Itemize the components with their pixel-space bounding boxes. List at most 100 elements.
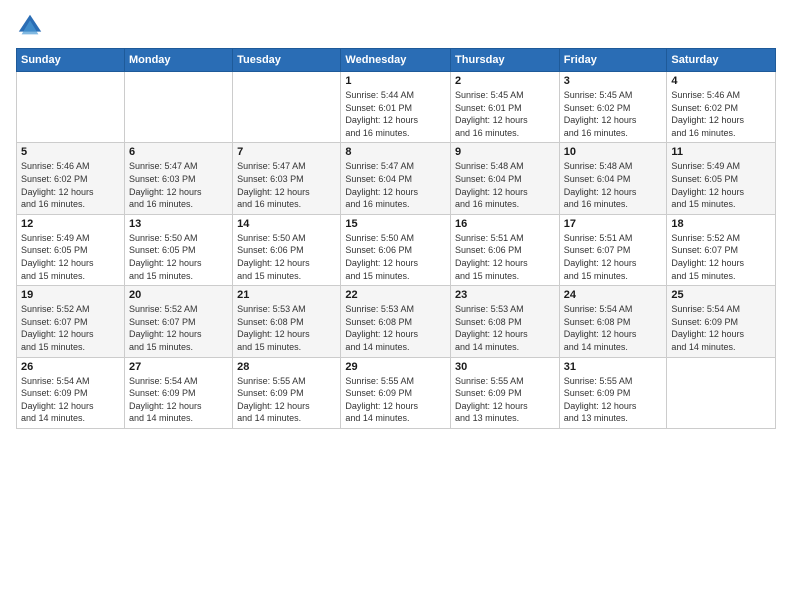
page: SundayMondayTuesdayWednesdayThursdayFrid…: [0, 0, 792, 612]
day-info: Sunrise: 5:49 AM Sunset: 6:05 PM Dayligh…: [671, 160, 771, 210]
day-number: 14: [237, 218, 336, 230]
day-number: 2: [455, 75, 555, 87]
day-number: 21: [237, 289, 336, 301]
day-number: 29: [345, 361, 446, 373]
weekday-monday: Monday: [124, 49, 232, 72]
day-info: Sunrise: 5:55 AM Sunset: 6:09 PM Dayligh…: [237, 375, 336, 425]
day-info: Sunrise: 5:53 AM Sunset: 6:08 PM Dayligh…: [455, 303, 555, 353]
day-info: Sunrise: 5:50 AM Sunset: 6:06 PM Dayligh…: [345, 232, 446, 282]
day-cell: 12 Sunrise: 5:49 AM Sunset: 6:05 PM Dayli…: [17, 214, 125, 285]
day-number: 22: [345, 289, 446, 301]
day-number: 23: [455, 289, 555, 301]
day-cell: 24Sunrise: 5:54 AM Sunset: 6:08 PM Dayli…: [559, 286, 667, 357]
logo: [16, 12, 48, 40]
day-info: Sunrise: 5:45 AM Sunset: 6:01 PM Dayligh…: [455, 89, 555, 139]
day-cell: 30 Sunrise: 5:55 AM Sunset: 6:09 PM Dayli…: [451, 357, 560, 428]
day-number: 8: [345, 146, 446, 158]
weekday-sunday: Sunday: [17, 49, 125, 72]
day-info: Sunrise: 5:47 AM Sunset: 6:03 PM Dayligh…: [129, 160, 228, 210]
day-cell: 13Sunrise: 5:50 AM Sunset: 6:05 PM Dayli…: [124, 214, 232, 285]
day-info: Sunrise: 5:54 AM Sunset: 6:09 PM Dayligh…: [671, 303, 771, 353]
day-cell: 3 Sunrise: 5:45 AM Sunset: 6:02 PM Daylig…: [559, 72, 667, 143]
weekday-header-row: SundayMondayTuesdayWednesdayThursdayFrid…: [17, 49, 776, 72]
day-number: 9: [455, 146, 555, 158]
day-cell: 8 Sunrise: 5:47 AM Sunset: 6:04 PM Daylig…: [341, 143, 451, 214]
day-cell: 14Sunrise: 5:50 AM Sunset: 6:06 PM Dayli…: [233, 214, 341, 285]
day-info: Sunrise: 5:46 AM Sunset: 6:02 PM Dayligh…: [21, 160, 120, 210]
day-info: Sunrise: 5:55 AM Sunset: 6:09 PM Dayligh…: [455, 375, 555, 425]
day-cell: 29 Sunrise: 5:55 AM Sunset: 6:09 PM Dayli…: [341, 357, 451, 428]
day-number: 20: [129, 289, 228, 301]
day-info: Sunrise: 5:46 AM Sunset: 6:02 PM Dayligh…: [671, 89, 771, 139]
weekday-tuesday: Tuesday: [233, 49, 341, 72]
day-cell: 23 Sunrise: 5:53 AM Sunset: 6:08 PM Dayli…: [451, 286, 560, 357]
day-number: 7: [237, 146, 336, 158]
day-cell: 15 Sunrise: 5:50 AM Sunset: 6:06 PM Dayli…: [341, 214, 451, 285]
day-cell: 4 Sunrise: 5:46 AM Sunset: 6:02 PM Daylig…: [667, 72, 776, 143]
week-row-5: 26 Sunrise: 5:54 AM Sunset: 6:09 PM Dayli…: [17, 357, 776, 428]
calendar-table: SundayMondayTuesdayWednesdayThursdayFrid…: [16, 48, 776, 429]
day-number: 24: [564, 289, 663, 301]
day-number: 17: [564, 218, 663, 230]
day-info: Sunrise: 5:44 AM Sunset: 6:01 PM Dayligh…: [345, 89, 446, 139]
day-number: 31: [564, 361, 663, 373]
day-info: Sunrise: 5:48 AM Sunset: 6:04 PM Dayligh…: [564, 160, 663, 210]
day-cell: 10Sunrise: 5:48 AM Sunset: 6:04 PM Dayli…: [559, 143, 667, 214]
day-cell: 6Sunrise: 5:47 AM Sunset: 6:03 PM Daylig…: [124, 143, 232, 214]
day-number: 3: [564, 75, 663, 87]
day-cell: 20 Sunrise: 5:52 AM Sunset: 6:07 PM Dayli…: [124, 286, 232, 357]
day-cell: 19Sunrise: 5:52 AM Sunset: 6:07 PM Dayli…: [17, 286, 125, 357]
day-info: Sunrise: 5:45 AM Sunset: 6:02 PM Dayligh…: [564, 89, 663, 139]
day-info: Sunrise: 5:55 AM Sunset: 6:09 PM Dayligh…: [564, 375, 663, 425]
day-info: Sunrise: 5:53 AM Sunset: 6:08 PM Dayligh…: [237, 303, 336, 353]
day-cell: 28 Sunrise: 5:55 AM Sunset: 6:09 PM Dayli…: [233, 357, 341, 428]
day-number: 30: [455, 361, 555, 373]
day-cell: 16Sunrise: 5:51 AM Sunset: 6:06 PM Dayli…: [451, 214, 560, 285]
day-number: 11: [671, 146, 771, 158]
day-info: Sunrise: 5:51 AM Sunset: 6:07 PM Dayligh…: [564, 232, 663, 282]
week-row-4: 19Sunrise: 5:52 AM Sunset: 6:07 PM Dayli…: [17, 286, 776, 357]
day-cell: 25 Sunrise: 5:54 AM Sunset: 6:09 PM Dayli…: [667, 286, 776, 357]
day-number: 15: [345, 218, 446, 230]
weekday-friday: Friday: [559, 49, 667, 72]
day-cell: [17, 72, 125, 143]
header: [16, 12, 776, 40]
day-info: Sunrise: 5:49 AM Sunset: 6:05 PM Dayligh…: [21, 232, 120, 282]
day-cell: [233, 72, 341, 143]
day-info: Sunrise: 5:53 AM Sunset: 6:08 PM Dayligh…: [345, 303, 446, 353]
day-number: 12: [21, 218, 120, 230]
logo-icon: [16, 12, 44, 40]
day-cell: 31 Sunrise: 5:55 AM Sunset: 6:09 PM Dayli…: [559, 357, 667, 428]
day-number: 26: [21, 361, 120, 373]
day-cell: 21 Sunrise: 5:53 AM Sunset: 6:08 PM Dayli…: [233, 286, 341, 357]
week-row-1: 1 Sunrise: 5:44 AM Sunset: 6:01 PM Daylig…: [17, 72, 776, 143]
day-cell: 5 Sunrise: 5:46 AM Sunset: 6:02 PM Daylig…: [17, 143, 125, 214]
weekday-saturday: Saturday: [667, 49, 776, 72]
day-number: 5: [21, 146, 120, 158]
day-number: 4: [671, 75, 771, 87]
day-cell: 22 Sunrise: 5:53 AM Sunset: 6:08 PM Dayli…: [341, 286, 451, 357]
weekday-wednesday: Wednesday: [341, 49, 451, 72]
day-info: Sunrise: 5:52 AM Sunset: 6:07 PM Dayligh…: [129, 303, 228, 353]
day-cell: 9 Sunrise: 5:48 AM Sunset: 6:04 PM Daylig…: [451, 143, 560, 214]
day-info: Sunrise: 5:54 AM Sunset: 6:09 PM Dayligh…: [129, 375, 228, 425]
day-cell: 11 Sunrise: 5:49 AM Sunset: 6:05 PM Dayli…: [667, 143, 776, 214]
day-info: Sunrise: 5:54 AM Sunset: 6:09 PM Dayligh…: [21, 375, 120, 425]
day-cell: [667, 357, 776, 428]
day-info: Sunrise: 5:55 AM Sunset: 6:09 PM Dayligh…: [345, 375, 446, 425]
day-cell: 1 Sunrise: 5:44 AM Sunset: 6:01 PM Daylig…: [341, 72, 451, 143]
day-cell: 17 Sunrise: 5:51 AM Sunset: 6:07 PM Dayli…: [559, 214, 667, 285]
weekday-thursday: Thursday: [451, 49, 560, 72]
day-cell: 27 Sunrise: 5:54 AM Sunset: 6:09 PM Dayli…: [124, 357, 232, 428]
day-number: 25: [671, 289, 771, 301]
week-row-2: 5 Sunrise: 5:46 AM Sunset: 6:02 PM Daylig…: [17, 143, 776, 214]
day-number: 1: [345, 75, 446, 87]
day-cell: [124, 72, 232, 143]
week-row-3: 12 Sunrise: 5:49 AM Sunset: 6:05 PM Dayli…: [17, 214, 776, 285]
day-info: Sunrise: 5:48 AM Sunset: 6:04 PM Dayligh…: [455, 160, 555, 210]
day-info: Sunrise: 5:47 AM Sunset: 6:04 PM Dayligh…: [345, 160, 446, 210]
day-number: 27: [129, 361, 228, 373]
day-number: 16: [455, 218, 555, 230]
day-info: Sunrise: 5:47 AM Sunset: 6:03 PM Dayligh…: [237, 160, 336, 210]
day-number: 28: [237, 361, 336, 373]
